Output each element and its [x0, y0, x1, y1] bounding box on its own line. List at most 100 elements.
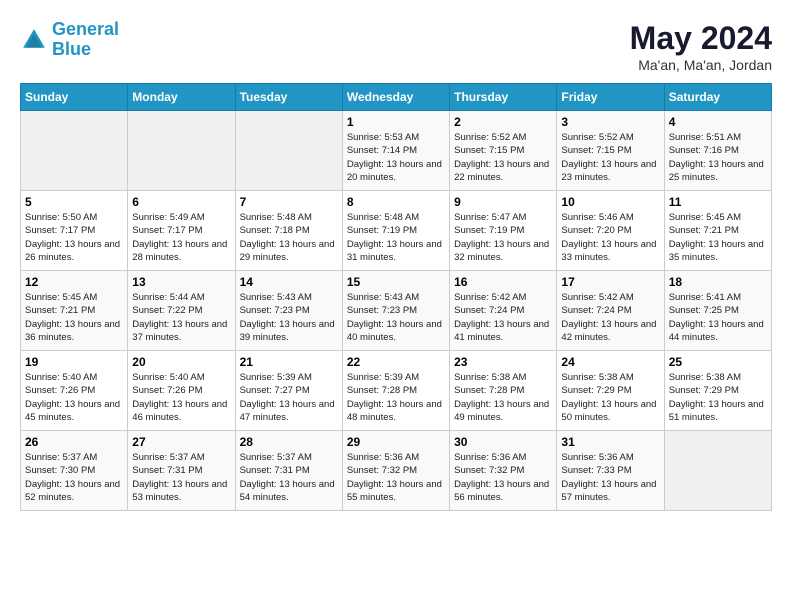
day-number: 29: [347, 435, 445, 449]
day-number: 1: [347, 115, 445, 129]
day-number: 27: [132, 435, 230, 449]
day-number: 7: [240, 195, 338, 209]
day-info: Sunrise: 5:40 AMSunset: 7:26 PMDaylight:…: [132, 371, 230, 424]
header-monday: Monday: [128, 84, 235, 111]
day-info: Sunrise: 5:38 AMSunset: 7:29 PMDaylight:…: [669, 371, 767, 424]
day-number: 12: [25, 275, 123, 289]
day-number: 31: [561, 435, 659, 449]
day-number: 3: [561, 115, 659, 129]
calendar-cell: 2 Sunrise: 5:52 AMSunset: 7:15 PMDayligh…: [450, 111, 557, 191]
day-number: 24: [561, 355, 659, 369]
day-info: Sunrise: 5:38 AMSunset: 7:28 PMDaylight:…: [454, 371, 552, 424]
calendar-cell: 15 Sunrise: 5:43 AMSunset: 7:23 PMDaylig…: [342, 271, 449, 351]
logo-icon: [20, 26, 48, 54]
calendar-cell: 6 Sunrise: 5:49 AMSunset: 7:17 PMDayligh…: [128, 191, 235, 271]
day-info: Sunrise: 5:37 AMSunset: 7:31 PMDaylight:…: [132, 451, 230, 504]
weekday-row: Sunday Monday Tuesday Wednesday Thursday…: [21, 84, 772, 111]
day-number: 17: [561, 275, 659, 289]
day-number: 5: [25, 195, 123, 209]
title-block: May 2024 Ma'an, Ma'an, Jordan: [630, 20, 772, 73]
calendar-cell: 1 Sunrise: 5:53 AMSunset: 7:14 PMDayligh…: [342, 111, 449, 191]
calendar-cell: 18 Sunrise: 5:41 AMSunset: 7:25 PMDaylig…: [664, 271, 771, 351]
day-info: Sunrise: 5:46 AMSunset: 7:20 PMDaylight:…: [561, 211, 659, 264]
calendar-cell: [235, 111, 342, 191]
calendar-cell: 24 Sunrise: 5:38 AMSunset: 7:29 PMDaylig…: [557, 351, 664, 431]
day-info: Sunrise: 5:48 AMSunset: 7:18 PMDaylight:…: [240, 211, 338, 264]
calendar-cell: 5 Sunrise: 5:50 AMSunset: 7:17 PMDayligh…: [21, 191, 128, 271]
day-info: Sunrise: 5:36 AMSunset: 7:32 PMDaylight:…: [454, 451, 552, 504]
day-number: 18: [669, 275, 767, 289]
calendar-week-5: 26 Sunrise: 5:37 AMSunset: 7:30 PMDaylig…: [21, 431, 772, 511]
calendar-cell: 12 Sunrise: 5:45 AMSunset: 7:21 PMDaylig…: [21, 271, 128, 351]
calendar-week-4: 19 Sunrise: 5:40 AMSunset: 7:26 PMDaylig…: [21, 351, 772, 431]
calendar-header: Sunday Monday Tuesday Wednesday Thursday…: [21, 84, 772, 111]
logo: General Blue: [20, 20, 119, 60]
calendar-cell: 30 Sunrise: 5:36 AMSunset: 7:32 PMDaylig…: [450, 431, 557, 511]
logo-line1: General: [52, 19, 119, 39]
day-number: 14: [240, 275, 338, 289]
calendar-cell: 19 Sunrise: 5:40 AMSunset: 7:26 PMDaylig…: [21, 351, 128, 431]
day-number: 20: [132, 355, 230, 369]
day-info: Sunrise: 5:39 AMSunset: 7:27 PMDaylight:…: [240, 371, 338, 424]
calendar-cell: 8 Sunrise: 5:48 AMSunset: 7:19 PMDayligh…: [342, 191, 449, 271]
day-info: Sunrise: 5:37 AMSunset: 7:31 PMDaylight:…: [240, 451, 338, 504]
day-info: Sunrise: 5:45 AMSunset: 7:21 PMDaylight:…: [25, 291, 123, 344]
calendar-cell: 17 Sunrise: 5:42 AMSunset: 7:24 PMDaylig…: [557, 271, 664, 351]
day-info: Sunrise: 5:52 AMSunset: 7:15 PMDaylight:…: [561, 131, 659, 184]
calendar-cell: [664, 431, 771, 511]
calendar-cell: 10 Sunrise: 5:46 AMSunset: 7:20 PMDaylig…: [557, 191, 664, 271]
calendar-cell: 11 Sunrise: 5:45 AMSunset: 7:21 PMDaylig…: [664, 191, 771, 271]
header-thursday: Thursday: [450, 84, 557, 111]
day-number: 30: [454, 435, 552, 449]
day-info: Sunrise: 5:52 AMSunset: 7:15 PMDaylight:…: [454, 131, 552, 184]
day-number: 23: [454, 355, 552, 369]
day-number: 22: [347, 355, 445, 369]
calendar-cell: 31 Sunrise: 5:36 AMSunset: 7:33 PMDaylig…: [557, 431, 664, 511]
calendar-cell: 21 Sunrise: 5:39 AMSunset: 7:27 PMDaylig…: [235, 351, 342, 431]
calendar-week-3: 12 Sunrise: 5:45 AMSunset: 7:21 PMDaylig…: [21, 271, 772, 351]
day-number: 25: [669, 355, 767, 369]
header-friday: Friday: [557, 84, 664, 111]
calendar-table: Sunday Monday Tuesday Wednesday Thursday…: [20, 83, 772, 511]
day-info: Sunrise: 5:37 AMSunset: 7:30 PMDaylight:…: [25, 451, 123, 504]
day-info: Sunrise: 5:50 AMSunset: 7:17 PMDaylight:…: [25, 211, 123, 264]
day-info: Sunrise: 5:42 AMSunset: 7:24 PMDaylight:…: [561, 291, 659, 344]
calendar-cell: 4 Sunrise: 5:51 AMSunset: 7:16 PMDayligh…: [664, 111, 771, 191]
day-info: Sunrise: 5:47 AMSunset: 7:19 PMDaylight:…: [454, 211, 552, 264]
day-info: Sunrise: 5:49 AMSunset: 7:17 PMDaylight:…: [132, 211, 230, 264]
header-wednesday: Wednesday: [342, 84, 449, 111]
day-info: Sunrise: 5:42 AMSunset: 7:24 PMDaylight:…: [454, 291, 552, 344]
calendar-cell: [128, 111, 235, 191]
header-sunday: Sunday: [21, 84, 128, 111]
calendar-cell: 13 Sunrise: 5:44 AMSunset: 7:22 PMDaylig…: [128, 271, 235, 351]
day-number: 26: [25, 435, 123, 449]
day-number: 16: [454, 275, 552, 289]
day-number: 11: [669, 195, 767, 209]
day-number: 8: [347, 195, 445, 209]
day-info: Sunrise: 5:36 AMSunset: 7:32 PMDaylight:…: [347, 451, 445, 504]
day-info: Sunrise: 5:43 AMSunset: 7:23 PMDaylight:…: [240, 291, 338, 344]
month-title: May 2024: [630, 20, 772, 57]
location: Ma'an, Ma'an, Jordan: [630, 57, 772, 73]
calendar-cell: 20 Sunrise: 5:40 AMSunset: 7:26 PMDaylig…: [128, 351, 235, 431]
calendar-cell: 28 Sunrise: 5:37 AMSunset: 7:31 PMDaylig…: [235, 431, 342, 511]
calendar-cell: 27 Sunrise: 5:37 AMSunset: 7:31 PMDaylig…: [128, 431, 235, 511]
day-number: 21: [240, 355, 338, 369]
calendar-cell: 22 Sunrise: 5:39 AMSunset: 7:28 PMDaylig…: [342, 351, 449, 431]
day-number: 28: [240, 435, 338, 449]
day-number: 19: [25, 355, 123, 369]
calendar-cell: 3 Sunrise: 5:52 AMSunset: 7:15 PMDayligh…: [557, 111, 664, 191]
calendar-cell: 23 Sunrise: 5:38 AMSunset: 7:28 PMDaylig…: [450, 351, 557, 431]
logo-line2: Blue: [52, 39, 91, 59]
calendar-week-2: 5 Sunrise: 5:50 AMSunset: 7:17 PMDayligh…: [21, 191, 772, 271]
calendar-body: 1 Sunrise: 5:53 AMSunset: 7:14 PMDayligh…: [21, 111, 772, 511]
calendar-cell: [21, 111, 128, 191]
day-number: 4: [669, 115, 767, 129]
calendar-cell: 26 Sunrise: 5:37 AMSunset: 7:30 PMDaylig…: [21, 431, 128, 511]
calendar-cell: 25 Sunrise: 5:38 AMSunset: 7:29 PMDaylig…: [664, 351, 771, 431]
day-info: Sunrise: 5:43 AMSunset: 7:23 PMDaylight:…: [347, 291, 445, 344]
day-info: Sunrise: 5:40 AMSunset: 7:26 PMDaylight:…: [25, 371, 123, 424]
calendar-cell: 7 Sunrise: 5:48 AMSunset: 7:18 PMDayligh…: [235, 191, 342, 271]
header-saturday: Saturday: [664, 84, 771, 111]
day-info: Sunrise: 5:48 AMSunset: 7:19 PMDaylight:…: [347, 211, 445, 264]
